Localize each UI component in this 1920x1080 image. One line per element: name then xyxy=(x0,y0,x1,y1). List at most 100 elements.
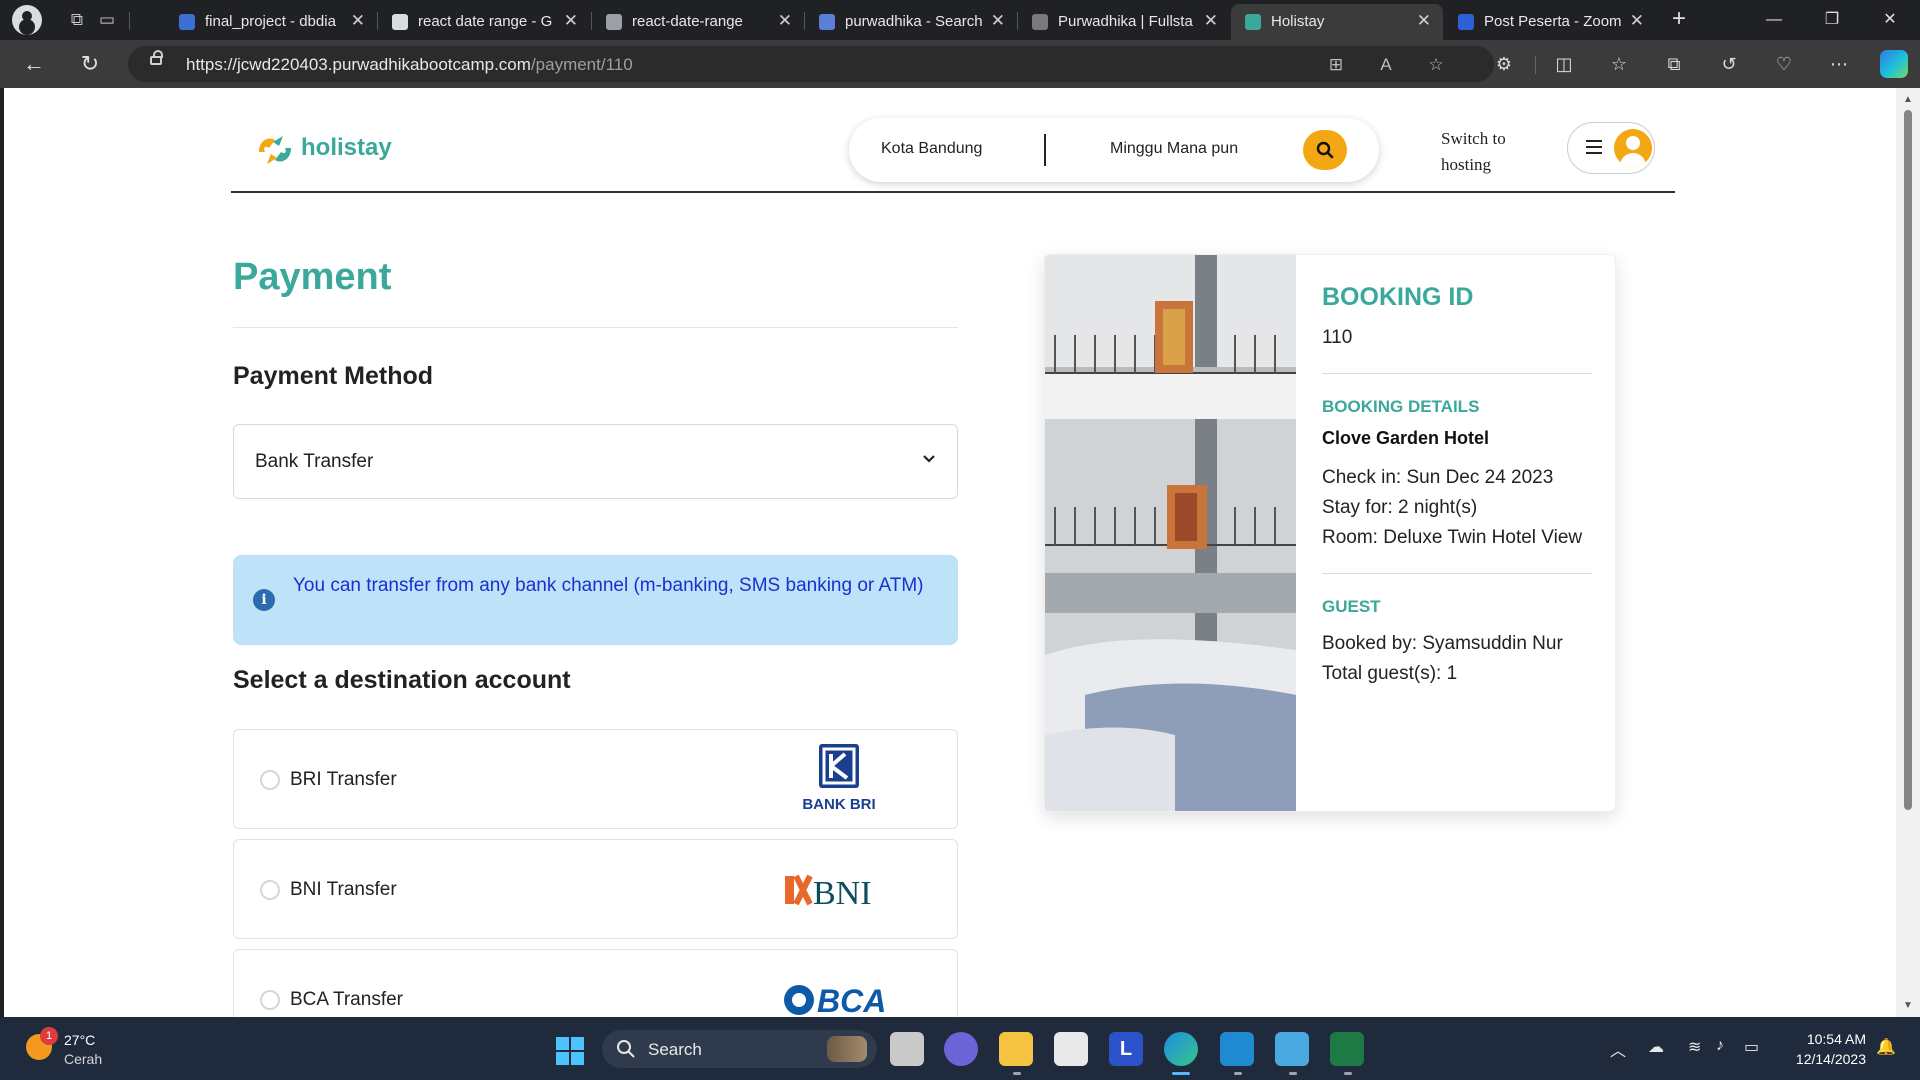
booked-by: Booked by: Syamsuddin Nur xyxy=(1322,633,1563,654)
search-week[interactable]: Minggu Mana pun xyxy=(1110,140,1238,158)
wifi-icon[interactable]: ≋ xyxy=(1688,1037,1701,1057)
zoom-icon xyxy=(1458,14,1474,30)
close-tab-icon[interactable]: ✕ xyxy=(1417,11,1431,31)
close-tab-icon[interactable]: ✕ xyxy=(778,11,792,31)
show-hidden-icons-icon[interactable]: ︿ xyxy=(1610,1037,1626,1061)
stay-duration: Stay for: 2 night(s) xyxy=(1322,497,1478,518)
holistay-logo-icon[interactable] xyxy=(253,130,297,170)
windows-taskbar: 1 27°C Cerah Search L ︿ ☁ ≋ ♪ ▭ 10:54 AM… xyxy=(0,1017,1920,1080)
browser-tab[interactable]: react date range - G ✕ xyxy=(378,4,590,40)
page-viewport: holistay Kota Bandung Minggu Mana pun Sw… xyxy=(4,88,1896,1017)
url-text[interactable]: https://jcwd220403.purwadhikabootcamp.co… xyxy=(186,55,633,75)
app-available-icon[interactable]: ⊞ xyxy=(1324,53,1348,77)
scroll-down-icon[interactable]: ▼ xyxy=(1903,1000,1913,1011)
favorite-star-icon[interactable]: ☆ xyxy=(1424,53,1448,77)
browser-essentials-icon[interactable]: ♡ xyxy=(1771,51,1797,77)
browser-tab[interactable]: react-date-range ✕ xyxy=(592,4,804,40)
l-app-icon[interactable]: L xyxy=(1109,1032,1143,1066)
bri-logo-text: BANK BRI xyxy=(802,796,875,813)
search-label: Search xyxy=(648,1040,702,1059)
more-options-icon[interactable]: ⋯ xyxy=(1826,51,1852,77)
title-divider xyxy=(233,327,958,328)
user-menu-button[interactable] xyxy=(1567,122,1655,174)
close-tab-icon[interactable]: ✕ xyxy=(1204,11,1218,31)
close-window-icon[interactable]: ✕ xyxy=(1870,6,1910,34)
taskbar-search[interactable]: Search xyxy=(602,1030,877,1068)
scroll-up-icon[interactable]: ▲ xyxy=(1903,94,1913,105)
browser-tab[interactable]: purwadhika - Search ✕ xyxy=(805,4,1017,40)
close-tab-icon[interactable]: ✕ xyxy=(564,11,578,31)
edge-browser-icon[interactable] xyxy=(1164,1032,1198,1066)
info-message: You can transfer from any bank channel (… xyxy=(293,575,924,596)
file-explorer-icon[interactable] xyxy=(999,1032,1033,1066)
bca-logo-text: BCA xyxy=(817,983,886,1017)
bank-option-bni[interactable]: BNI Transfer BNI xyxy=(233,839,958,939)
split-screen-icon[interactable]: ◫ xyxy=(1551,51,1577,77)
onedrive-icon[interactable]: ☁ xyxy=(1648,1037,1664,1057)
bank-option-bca[interactable]: BCA Transfer BCA xyxy=(233,949,958,1017)
battery-icon[interactable]: ▭ xyxy=(1744,1037,1759,1057)
page-scrollbar[interactable]: ▲ ▼ xyxy=(1896,88,1920,1017)
search-bar[interactable]: Kota Bandung Minggu Mana pun xyxy=(849,118,1379,182)
switch-to-hosting-link[interactable]: Switch to hosting xyxy=(1441,126,1531,178)
clock-date[interactable]: 12/14/2023 xyxy=(1782,1051,1866,1067)
favorites-icon[interactable]: ☆ xyxy=(1606,51,1632,77)
restore-icon[interactable]: ❐ xyxy=(1812,6,1852,34)
bank-label: BRI Transfer xyxy=(290,769,397,790)
excel-icon[interactable] xyxy=(1330,1032,1364,1066)
task-view-icon[interactable] xyxy=(890,1032,924,1066)
extensions-icon[interactable]: ⚙ xyxy=(1491,51,1517,77)
browser-tab[interactable]: final_project - dbdia ✕ xyxy=(165,4,377,40)
new-tab-button[interactable]: + xyxy=(1664,5,1694,35)
bank-option-bri[interactable]: BRI Transfer BANK BRI xyxy=(233,729,958,829)
back-icon[interactable]: ← xyxy=(20,50,48,78)
copilot-icon[interactable] xyxy=(1880,50,1908,78)
radio-bri[interactable] xyxy=(260,770,280,790)
bca-logo: BCA xyxy=(784,983,886,1017)
search-location[interactable]: Kota Bandung xyxy=(881,140,982,158)
refresh-icon[interactable]: ↻ xyxy=(76,50,104,78)
read-aloud-icon[interactable]: A xyxy=(1374,53,1398,77)
holistay-icon xyxy=(1245,14,1261,30)
google-icon xyxy=(392,14,408,30)
profile-icon[interactable] xyxy=(12,5,42,35)
clock-time[interactable]: 10:54 AM xyxy=(1796,1031,1866,1047)
browser-tab[interactable]: Holistay ✕ xyxy=(1231,4,1443,40)
toolbar-separator xyxy=(1535,56,1536,74)
windows-start-icon[interactable] xyxy=(556,1037,584,1065)
bank-label: BNI Transfer xyxy=(290,879,397,900)
check-in-date: Check in: Sun Dec 24 2023 xyxy=(1322,467,1554,488)
radio-bca[interactable] xyxy=(260,990,280,1010)
collections-icon[interactable]: ⧉ xyxy=(1661,51,1687,77)
close-tab-icon[interactable]: ✕ xyxy=(351,11,365,31)
browser-tab[interactable]: Post Peserta - Zoom ✕ xyxy=(1444,4,1656,40)
tab-actions-icon[interactable]: ▭ xyxy=(96,9,118,31)
microsoft-store-icon[interactable] xyxy=(1054,1032,1088,1066)
info-alert: i You can transfer from any bank channel… xyxy=(233,555,958,645)
vscode-icon[interactable] xyxy=(1220,1032,1254,1066)
scroll-thumb[interactable] xyxy=(1904,110,1912,810)
address-bar[interactable]: https://jcwd220403.purwadhikabootcamp.co… xyxy=(128,46,1494,82)
close-tab-icon[interactable]: ✕ xyxy=(991,11,1005,31)
radio-bni[interactable] xyxy=(260,880,280,900)
payment-method-select[interactable]: Bank Transfer xyxy=(233,424,958,499)
booking-id-value: 110 xyxy=(1322,327,1353,348)
lock-icon xyxy=(150,50,163,65)
workspaces-icon[interactable]: ⧉ xyxy=(66,9,88,31)
active-indicator xyxy=(1172,1072,1190,1075)
running-indicator xyxy=(1013,1072,1021,1075)
tab-title: react date range - G xyxy=(418,13,553,30)
info-icon: i xyxy=(253,589,275,611)
weather-temperature[interactable]: 27°C xyxy=(64,1032,95,1048)
browser-tab[interactable]: Purwadhika | Fullsta ✕ xyxy=(1018,4,1230,40)
teams-chat-icon[interactable] xyxy=(944,1032,978,1066)
notepad-icon[interactable] xyxy=(1275,1032,1309,1066)
weather-description[interactable]: Cerah xyxy=(64,1051,102,1067)
history-icon[interactable]: ↺ xyxy=(1716,51,1742,77)
logo-text[interactable]: holistay xyxy=(301,134,392,162)
close-tab-icon[interactable]: ✕ xyxy=(1630,11,1644,31)
notification-bell-icon[interactable]: 🔔 xyxy=(1876,1037,1896,1057)
minimize-icon[interactable]: — xyxy=(1754,6,1794,34)
search-button[interactable] xyxy=(1303,130,1347,170)
volume-icon[interactable]: ♪ xyxy=(1716,1037,1724,1055)
